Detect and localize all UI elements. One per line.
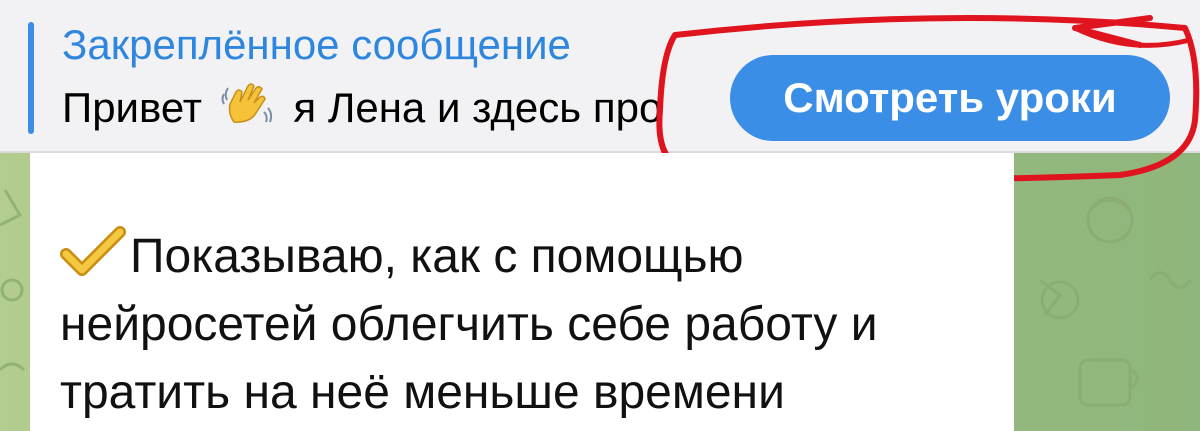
message-line-3: тратить на неё меньше времени: [60, 366, 785, 419]
pinned-accent-line: [28, 22, 34, 134]
telegram-chat-screen: Закреплённое сообщение Привет я Лена и з…: [0, 0, 1200, 431]
message-text: Показываю, как с помощью нейросетей обле…: [60, 223, 1000, 427]
pinned-message-bar[interactable]: Закреплённое сообщение Привет я Лена и з…: [0, 0, 1200, 153]
watch-lessons-button[interactable]: Смотреть уроки: [730, 55, 1170, 141]
pinned-title: Закреплённое сообщение: [62, 21, 571, 68]
pinned-preview-greeting: Привет: [62, 84, 203, 131]
message-line-2: нейросетей облегчить себе работу и: [60, 298, 878, 351]
pinned-preview[interactable]: Привет я Лена и здесь про: [62, 82, 722, 133]
message-line-1-text: Показываю, как с помощью: [130, 230, 744, 283]
message-line-1: Показываю, как с помощью: [60, 223, 1000, 291]
waving-hand-icon: [220, 82, 272, 128]
pinned-preview-text: я Лена и здесь про: [293, 84, 663, 131]
message-bubble: Показываю, как с помощью нейросетей обле…: [30, 153, 1014, 431]
check-mark-icon: [60, 226, 126, 278]
